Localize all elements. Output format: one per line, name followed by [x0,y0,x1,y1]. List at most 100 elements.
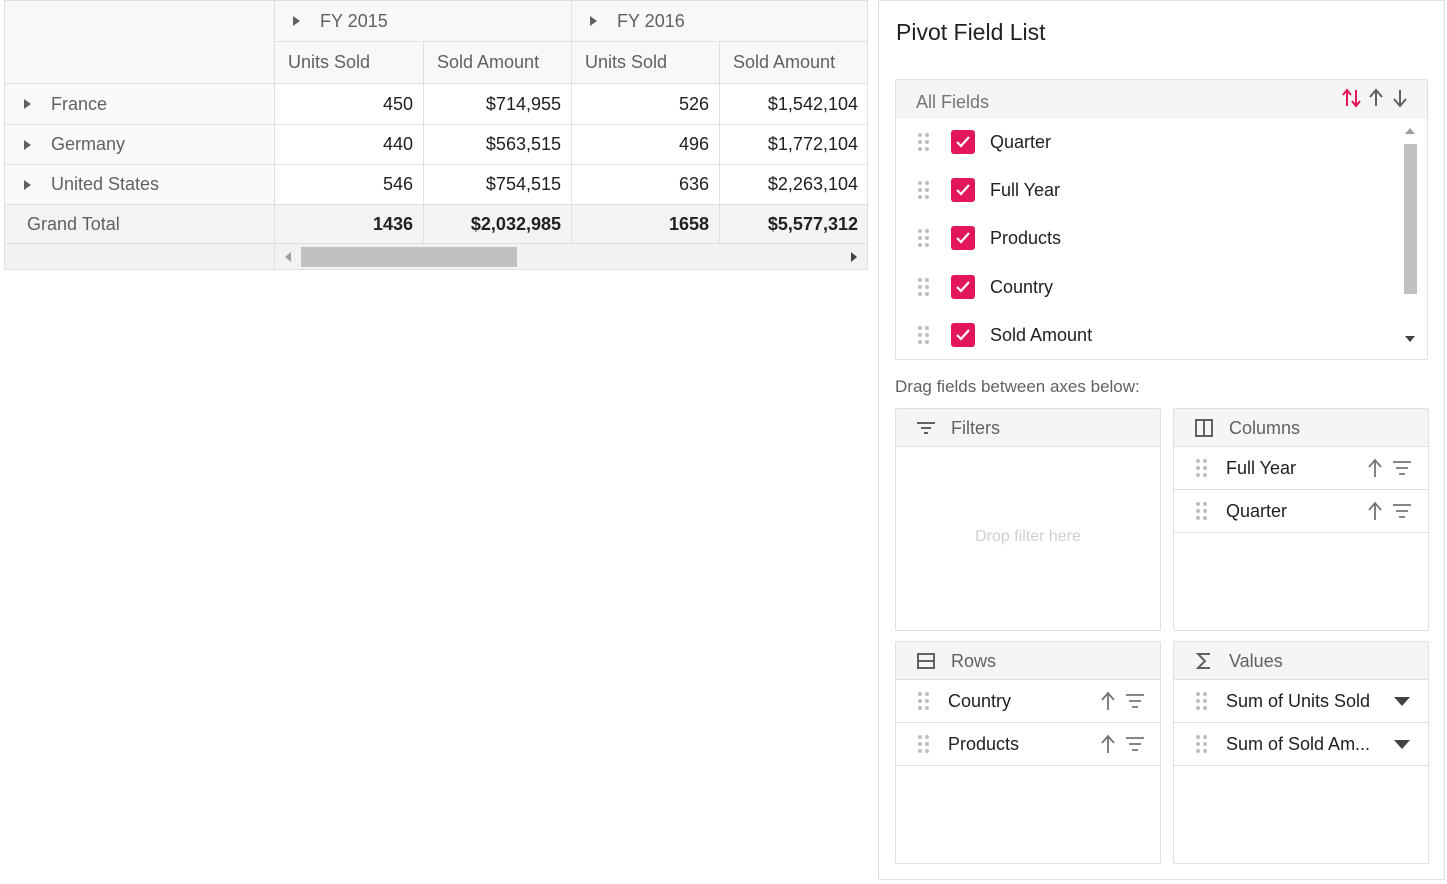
measure-header[interactable]: Sold Amount [424,42,572,84]
value-cell[interactable]: $1,772,104 [720,125,867,165]
value-pill-sum-units-sold[interactable]: Sum of Units Sold [1174,680,1428,723]
sort-ascending-icon[interactable] [1366,501,1384,521]
row-header-france[interactable]: France [5,84,275,125]
scroll-up-icon[interactable] [1405,128,1415,134]
drag-handle-icon[interactable] [1196,459,1208,477]
field-item-country[interactable]: Country [896,263,1401,311]
check-icon [956,232,970,244]
filter-icon[interactable] [1392,502,1412,520]
value-cell[interactable]: 440 [275,125,424,165]
column-header-fy2015[interactable]: FY 2015 [275,1,572,42]
grand-total-cell[interactable]: $5,577,312 [720,205,867,244]
value-cell[interactable]: $1,542,104 [720,84,867,125]
caret-right-icon[interactable] [293,16,300,26]
drag-handle-icon[interactable] [918,735,930,753]
measure-header[interactable]: Units Sold [275,42,424,84]
grand-total-cell[interactable]: 1436 [275,205,424,244]
dropdown-caret-icon[interactable] [1394,740,1410,749]
sort-ascending-icon[interactable] [1366,458,1384,478]
caret-right-icon[interactable] [24,179,31,190]
scroll-right-icon[interactable] [851,252,857,262]
field-item-quarter[interactable]: Quarter [896,118,1401,166]
grand-total-header: Grand Total [5,205,275,244]
row-header-germany[interactable]: Germany [5,125,275,165]
field-checkbox[interactable] [951,275,975,299]
dropdown-caret-icon[interactable] [1394,697,1410,706]
field-checkbox[interactable] [951,323,975,347]
value-cell[interactable]: $754,515 [424,165,572,205]
row-header-label: France [51,93,108,114]
vertical-scrollbar[interactable] [1403,120,1417,358]
field-name: Quarter [990,131,1052,152]
sort-ascending-icon[interactable] [1365,86,1387,110]
field-checkbox[interactable] [951,226,975,250]
column-header-fy2016[interactable]: FY 2016 [572,1,867,42]
values-axis[interactable]: Values Sum of Units Sold Sum of Sold Am.… [1173,641,1429,864]
scrollbar-thumb[interactable] [1404,144,1417,294]
sort-none-icon[interactable] [1341,86,1363,110]
value-cell[interactable]: 450 [275,84,424,125]
drag-handle-icon[interactable] [1196,735,1208,753]
drag-handle-icon[interactable] [918,229,930,247]
value-cell[interactable]: $563,515 [424,125,572,165]
column-header-label: FY 2016 [617,10,685,31]
drag-handle-icon[interactable] [1196,502,1208,520]
drag-handle-icon[interactable] [918,278,930,296]
value-cell[interactable]: $714,955 [424,84,572,125]
pill-label: Sum of Units Sold [1226,691,1371,711]
pivot-field-list: Pivot Field List All Fields Quarter Full… [878,0,1445,880]
sort-descending-icon[interactable] [1389,86,1411,110]
value-cell[interactable]: 636 [572,165,720,205]
check-icon [956,329,970,341]
sort-ascending-icon[interactable] [1099,734,1117,754]
scroll-left-icon[interactable] [285,252,291,262]
rows-axis[interactable]: Rows Country Products [895,641,1161,864]
drag-handle-icon[interactable] [918,181,930,199]
measure-header[interactable]: Sold Amount [720,42,867,84]
drag-handle-icon[interactable] [1196,692,1208,710]
columns-axis[interactable]: Columns Full Year Quarter [1173,408,1429,631]
grand-total-cell[interactable]: $2,032,985 [424,205,572,244]
scroll-down-icon[interactable] [1405,336,1415,342]
field-checkbox[interactable] [951,130,975,154]
value-pill-sum-sold-amount[interactable]: Sum of Sold Am... [1174,723,1428,766]
row-header-united-states[interactable]: United States [5,165,275,205]
rows-axis-header: Rows [896,642,1160,680]
drag-handle-icon[interactable] [918,326,930,344]
horizontal-scrollbar[interactable] [275,244,867,269]
rows-icon [917,653,935,669]
value-cell[interactable]: 546 [275,165,424,205]
column-header-label: FY 2015 [320,10,388,31]
value-cell[interactable]: 526 [572,84,720,125]
value-cell[interactable]: 496 [572,125,720,165]
filter-icon[interactable] [1392,459,1412,477]
sigma-icon [1195,653,1210,669]
caret-right-icon[interactable] [24,99,31,109]
row-pill-country[interactable]: Country [896,680,1160,723]
value-cell[interactable]: $2,263,104 [720,165,867,205]
field-item-products[interactable]: Products [896,214,1401,262]
pill-label: Full Year [1226,458,1297,478]
measure-header[interactable]: Units Sold [572,42,720,84]
pivot-grid: FY 2015 FY 2016 Units Sold Sold Amount U… [4,0,868,270]
column-pill-full-year[interactable]: Full Year [1174,447,1428,490]
filters-axis[interactable]: Filters Drop filter here [895,408,1161,631]
sort-ascending-icon[interactable] [1099,691,1117,711]
caret-right-icon[interactable] [590,16,597,26]
row-pill-products[interactable]: Products [896,723,1160,766]
caret-right-icon[interactable] [24,139,31,150]
column-pill-quarter[interactable]: Quarter [1174,490,1428,533]
field-name: Country [990,276,1054,297]
drag-handle-icon[interactable] [918,692,930,710]
drag-handle-icon[interactable] [918,133,930,151]
field-item-full-year[interactable]: Full Year [896,166,1401,214]
filter-icon[interactable] [1125,735,1145,753]
filter-icon[interactable] [1125,692,1145,710]
pill-label: Country [948,691,1012,711]
field-item-sold-amount[interactable]: Sold Amount [896,311,1401,359]
columns-axis-header: Columns [1174,409,1428,447]
field-checkbox[interactable] [951,178,975,202]
grand-total-cell[interactable]: 1658 [572,205,720,244]
scrollbar-thumb[interactable] [301,247,517,267]
field-name: Sold Amount [990,324,1093,345]
